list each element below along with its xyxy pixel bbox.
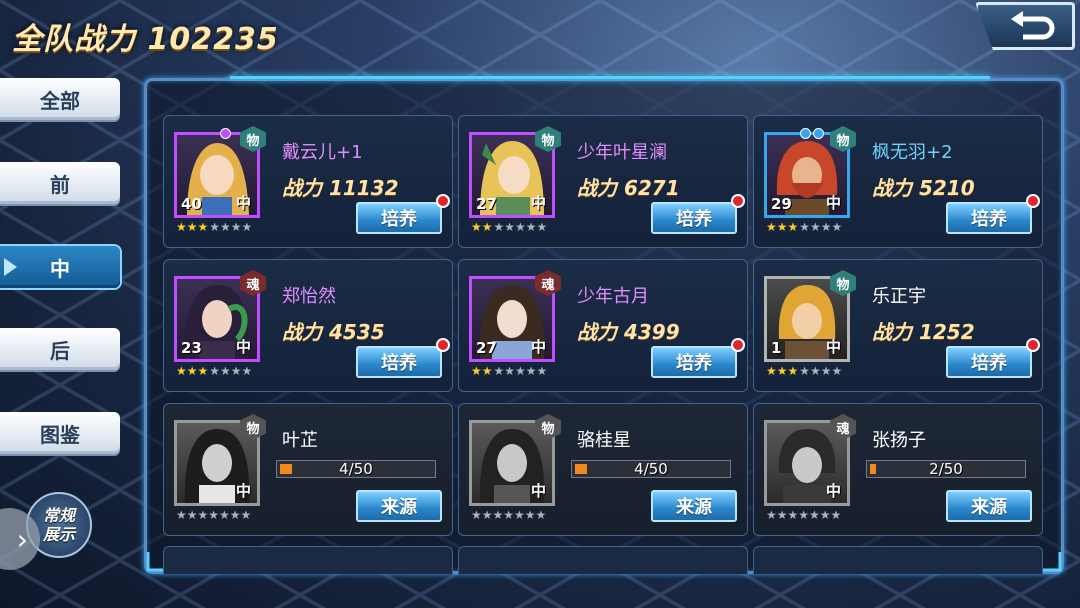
hero-position: 中 bbox=[235, 482, 251, 500]
train-button[interactable]: 培养 bbox=[651, 346, 737, 378]
tab-collection-label: 图鉴 bbox=[40, 422, 80, 447]
hero-card-partial[interactable] bbox=[753, 546, 1043, 574]
star-rating: ★★★★★★★ bbox=[766, 508, 842, 522]
star-rating: ★★★★★★★ bbox=[471, 220, 548, 234]
gem-icon bbox=[220, 128, 231, 139]
mode-badge-line2: 展示 bbox=[42, 525, 75, 544]
mode-badge-line1: 常规 bbox=[42, 506, 75, 525]
star-rating: ★★★★★★★ bbox=[176, 508, 252, 522]
active-indicator-icon bbox=[4, 258, 17, 276]
hero-position: 中 bbox=[235, 194, 251, 212]
hero-name: 骆桂星 bbox=[577, 430, 631, 451]
tab-middle[interactable]: 中 bbox=[0, 246, 120, 288]
hero-position: 中 bbox=[235, 338, 251, 356]
gem-indicator bbox=[220, 128, 231, 139]
hero-level: 27 bbox=[476, 339, 497, 357]
hero-position: 中 bbox=[825, 194, 841, 212]
hero-position: 中 bbox=[825, 338, 841, 356]
red-dot-icon bbox=[731, 338, 745, 352]
back-arrow-icon bbox=[1011, 11, 1055, 40]
hero-name: 张扬子 bbox=[872, 430, 926, 451]
hero-card[interactable]: 27 中 物 ★★ ★★★★★ 少年叶星澜 战力 6271 培养 bbox=[458, 115, 748, 248]
hero-card[interactable]: 27 中 魂 ★★ ★★★★★ 少年古月 战力 4399 培养 bbox=[458, 259, 748, 392]
hero-name: 枫无羽+2 bbox=[872, 142, 953, 163]
hero-level: 1 bbox=[771, 339, 782, 357]
hero-name: 少年叶星澜 bbox=[577, 142, 667, 163]
hero-card[interactable]: 29 中 物 ★★★ ★★★★ 枫无羽+2 战力 5210 培养 bbox=[753, 115, 1043, 248]
shard-progress-bar: 4/50 bbox=[276, 460, 436, 478]
hero-level: 29 bbox=[771, 195, 792, 213]
hero-name: 叶芷 bbox=[282, 430, 318, 451]
locked-hero-card[interactable]: 中 物 ★★★★★★★ 叶芷 4/50 来源 bbox=[163, 403, 453, 536]
shard-progress-text: 4/50 bbox=[634, 460, 668, 478]
hero-name: 戴云儿+1 bbox=[282, 142, 363, 163]
shard-progress-text: 4/50 bbox=[339, 460, 373, 478]
hero-power: 战力 4399 bbox=[577, 320, 680, 344]
team-power-title: 全队战力 102235 bbox=[12, 22, 279, 57]
hero-card-partial[interactable] bbox=[458, 546, 748, 574]
train-button[interactable]: 培养 bbox=[946, 202, 1032, 234]
hero-power: 战力 5210 bbox=[872, 176, 975, 200]
hero-name: 郑怡然 bbox=[282, 286, 336, 307]
train-button[interactable]: 培养 bbox=[356, 346, 442, 378]
corner-decoration-icon bbox=[1042, 552, 1062, 572]
locked-hero-card[interactable]: 中 魂 ★★★★★★★ 张扬子 2/50 来源 bbox=[753, 403, 1043, 536]
star-rating: ★★★★★★★ bbox=[176, 364, 253, 378]
hero-name: 乐正宇 bbox=[872, 286, 926, 307]
red-dot-icon bbox=[436, 338, 450, 352]
gem-icon bbox=[813, 128, 824, 139]
hero-power: 战力 4535 bbox=[282, 320, 385, 344]
hero-power: 战力 1252 bbox=[872, 320, 975, 344]
hero-position: 中 bbox=[530, 194, 546, 212]
hero-level: 23 bbox=[181, 339, 202, 357]
tab-back-row[interactable]: 后 bbox=[0, 328, 120, 370]
shard-progress-bar: 2/50 bbox=[866, 460, 1026, 478]
star-rating: ★★★★★★★ bbox=[471, 364, 548, 378]
gem-indicator bbox=[800, 128, 824, 139]
hero-card[interactable]: 40 中 物 ★★★ ★★★★ 戴云儿+1 战力 11132 培养 bbox=[163, 115, 453, 248]
train-button[interactable]: 培养 bbox=[651, 202, 737, 234]
source-button[interactable]: 来源 bbox=[946, 490, 1032, 522]
star-rating: ★★★★★★★ bbox=[766, 364, 843, 378]
tab-front[interactable]: 前 bbox=[0, 162, 120, 204]
tab-collection[interactable]: 图鉴 bbox=[0, 412, 120, 454]
tab-all[interactable]: 全部 bbox=[0, 78, 120, 120]
star-rating: ★★★★★★★ bbox=[471, 508, 547, 522]
chevron-right-icon: › bbox=[16, 522, 28, 556]
tab-middle-label: 中 bbox=[50, 256, 70, 281]
hero-name: 少年古月 bbox=[577, 286, 649, 307]
train-button[interactable]: 培养 bbox=[946, 346, 1032, 378]
hero-power: 战力 11132 bbox=[282, 176, 399, 200]
star-rating: ★★★★★★★ bbox=[176, 220, 253, 234]
source-button[interactable]: 来源 bbox=[356, 490, 442, 522]
star-rating: ★★★★★★★ bbox=[766, 220, 843, 234]
hero-level: 27 bbox=[476, 195, 497, 213]
tab-all-label: 全部 bbox=[40, 88, 80, 113]
locked-hero-card[interactable]: 中 物 ★★★★★★★ 骆桂星 4/50 来源 bbox=[458, 403, 748, 536]
shard-progress-bar: 4/50 bbox=[571, 460, 731, 478]
hero-position: 中 bbox=[530, 338, 546, 356]
hero-card[interactable]: 1 中 物 ★★★ ★★★★ 乐正宇 战力 1252 培养 bbox=[753, 259, 1043, 392]
red-dot-icon bbox=[436, 194, 450, 208]
hero-power: 战力 6271 bbox=[577, 176, 680, 200]
hero-card-partial[interactable] bbox=[163, 546, 453, 574]
tab-back-row-label: 后 bbox=[50, 338, 70, 363]
tab-front-label: 前 bbox=[50, 172, 70, 197]
red-dot-icon bbox=[1026, 194, 1040, 208]
train-button[interactable]: 培养 bbox=[356, 202, 442, 234]
hero-position: 中 bbox=[530, 482, 546, 500]
gem-icon bbox=[800, 128, 811, 139]
red-dot-icon bbox=[1026, 338, 1040, 352]
hero-level: 40 bbox=[181, 195, 202, 213]
source-button[interactable]: 来源 bbox=[651, 490, 737, 522]
red-dot-icon bbox=[731, 194, 745, 208]
hero-position: 中 bbox=[825, 482, 841, 500]
shard-progress-text: 2/50 bbox=[929, 460, 963, 478]
panel-glow-line bbox=[230, 76, 990, 79]
hero-card[interactable]: 23 中 魂 ★★★ ★★★★ 郑怡然 战力 4535 培养 bbox=[163, 259, 453, 392]
